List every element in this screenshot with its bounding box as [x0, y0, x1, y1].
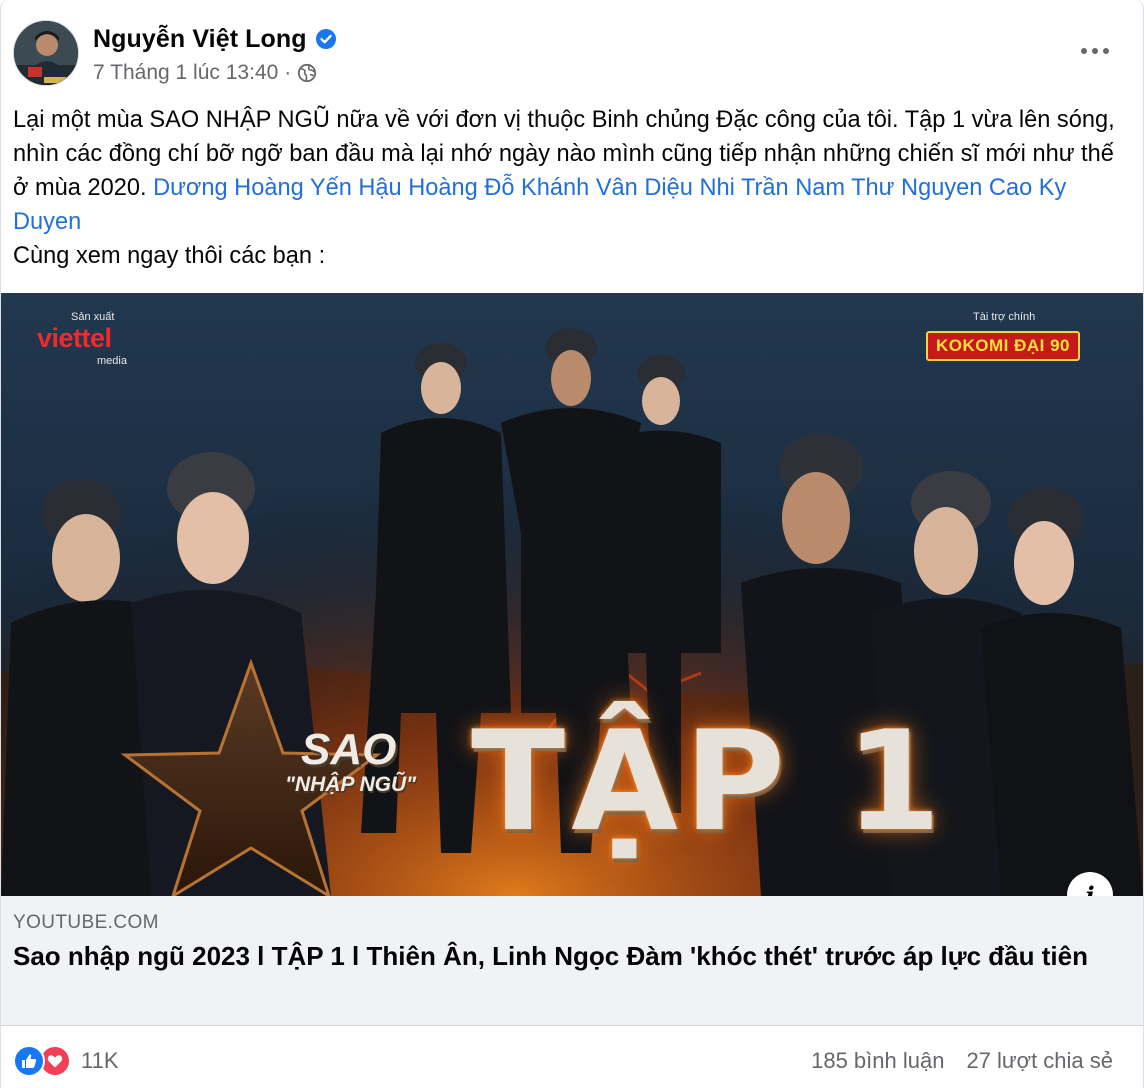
comments-count[interactable]: 185 bình luận: [811, 1048, 944, 1074]
more-options-icon: [1081, 48, 1109, 54]
author-name[interactable]: Nguyễn Việt Long: [93, 25, 307, 54]
author-row: Nguyễn Việt Long: [93, 22, 337, 56]
shares-count[interactable]: 27 lượt chia sẻ: [966, 1048, 1113, 1074]
post-meta: 7 Tháng 1 lúc 13:40 ·: [93, 58, 317, 88]
reaction-count: 11K: [81, 1048, 119, 1073]
post-stats: 185 bình luận 27 lượt chia sẻ: [811, 1043, 1113, 1079]
reactions-summary[interactable]: 11K: [13, 1043, 119, 1079]
episode-title: TẬP 1: [471, 701, 948, 862]
author-avatar[interactable]: [13, 20, 79, 86]
verified-badge-icon: [315, 28, 337, 50]
facebook-post: Nguyễn Việt Long 7 Tháng 1 lúc 13:40 · L…: [0, 0, 1144, 1088]
producer-sub: media: [97, 355, 127, 367]
link-preview[interactable]: YOUTUBE.COM Sao nhập ngũ 2023 l TẬP 1 l …: [1, 896, 1143, 1026]
post-timestamp[interactable]: 7 Tháng 1 lúc 13:40: [93, 61, 278, 85]
post-text-cta: Cùng xem ngay thôi các bạn :: [13, 243, 326, 269]
mention-link[interactable]: Trần Nam Thư: [741, 175, 894, 201]
meta-separator: ·: [284, 61, 292, 84]
producer-brand: viettel: [37, 323, 112, 353]
show-title-nhapngu: "NHẬP NGŨ": [285, 773, 417, 796]
more-options-button[interactable]: [1077, 36, 1113, 66]
sponsor-label: Tài trợ chính: [973, 311, 1036, 323]
mention-link[interactable]: Đỗ Khánh Vân: [484, 175, 637, 201]
like-reaction-icon: [13, 1045, 45, 1077]
mention-link[interactable]: Diệu Nhi: [644, 175, 734, 201]
post-body: Lại một mùa SAO NHẬP NGŨ nữa về với đơn …: [13, 103, 1123, 273]
mention-link[interactable]: Hậu Hoàng: [358, 175, 477, 201]
producer-label: Sản xuất: [71, 311, 115, 323]
video-thumbnail[interactable]: Sản xuất viettel media Tài trợ chính KOK…: [1, 293, 1143, 896]
show-title-sao: SAO: [301, 725, 397, 774]
link-domain: YOUTUBE.COM: [13, 912, 159, 933]
globe-icon[interactable]: [297, 63, 317, 83]
sponsor-brand: KOKOMI ĐẠI 90: [926, 331, 1081, 361]
mention-link[interactable]: Dương Hoàng Yến: [153, 175, 352, 201]
link-title: Sao nhập ngũ 2023 l TẬP 1 l Thiên Ân, Li…: [13, 941, 1088, 971]
